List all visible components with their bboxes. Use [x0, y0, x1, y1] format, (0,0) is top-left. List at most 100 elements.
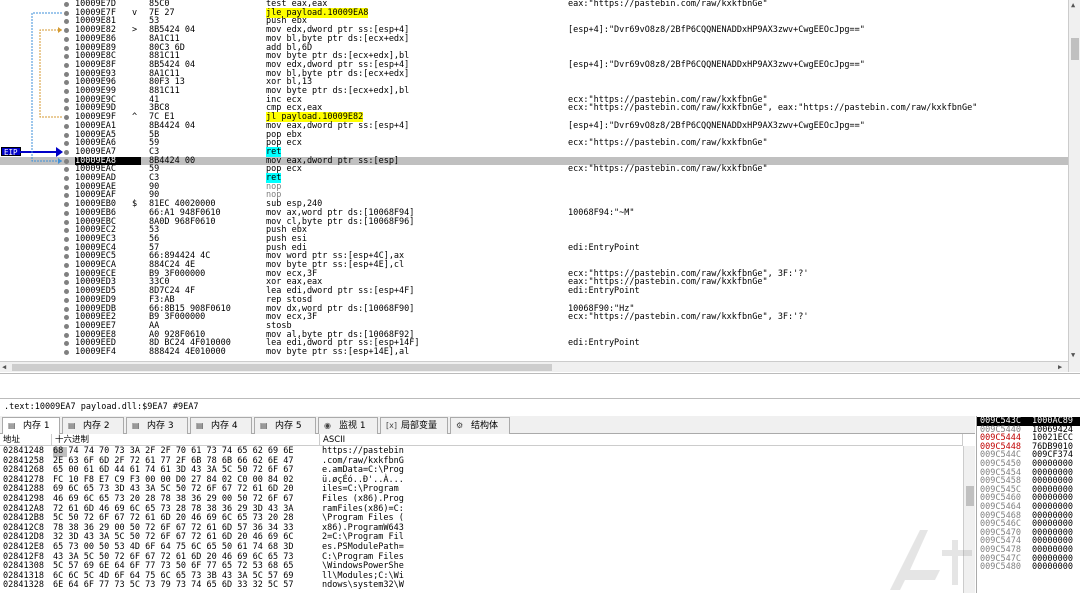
- tab-6[interactable]: ◉ 监视 1: [318, 417, 378, 434]
- dump-hex[interactable]: 6E 64 6F 77 73 5C 73 79 73 74 65 6D 33 3…: [53, 581, 294, 591]
- tab-8[interactable]: ⚙ 结构体: [450, 417, 510, 434]
- breakpoint-dot-icon[interactable]: [64, 80, 69, 86]
- tab-label: 内存 1: [23, 421, 50, 431]
- instruction-bytes: 59: [149, 138, 160, 149]
- disasm-row[interactable]: 10009EE2 B9 3F000000 mov ecx,3F ecx:"https:…: [0, 313, 1068, 322]
- disasm-row[interactable]: 10009EF4 888424 4E010000 mov byte ptr ss:[…: [0, 348, 1068, 357]
- breakpoint-dot-icon[interactable]: [64, 184, 69, 190]
- stack-row[interactable]: 009C5480 00000000: [977, 563, 1080, 572]
- stack-address: 009C5480: [980, 562, 1021, 573]
- breakpoint-dot-icon[interactable]: [64, 167, 69, 173]
- dump-ascii[interactable]: ndows\system32\W: [322, 581, 404, 591]
- breakpoint-dot-icon[interactable]: [64, 202, 69, 208]
- dump-header-ascii: ASCII: [320, 434, 963, 446]
- breakpoint-dot-icon[interactable]: [64, 54, 69, 60]
- instruction-text: mov eax,dword ptr ss:[esp]: [266, 156, 566, 166]
- instruction-bytes: 888424 4E010000: [149, 347, 226, 357]
- disasm-vscroll-thumb[interactable]: [1071, 38, 1079, 60]
- breakpoint-dot-icon[interactable]: [64, 271, 69, 277]
- disasm-hscroll-thumb[interactable]: [12, 364, 552, 371]
- dump-row[interactable]: 02841328 6E 64 6F 77 73 5C 73 79 73 74 65…: [0, 581, 963, 591]
- breakpoint-dot-icon[interactable]: [64, 297, 69, 303]
- disasm-row[interactable]: 10009EC2 53 push ebx: [0, 226, 1068, 235]
- breakpoint-dot-icon[interactable]: [64, 280, 69, 286]
- scroll-left-icon[interactable]: ◀: [2, 362, 6, 372]
- disassembly-view[interactable]: 10009E7D 85C0 test eax,eax eax:"https://pas…: [0, 0, 1068, 360]
- breakpoint-dot-icon[interactable]: [64, 2, 69, 7]
- disasm-horizontal-scrollbar[interactable]: ◀ ▶: [0, 361, 1068, 372]
- breakpoint-dot-icon[interactable]: [64, 306, 69, 312]
- breakpoint-dot-icon[interactable]: [64, 158, 69, 164]
- breakpoint-dot-icon[interactable]: [64, 123, 69, 129]
- instruction-text: pop ecx: [266, 165, 566, 174]
- disasm-row[interactable]: 10009E99 881C11 mov byte ptr ds:[ecx+edx],…: [0, 87, 1068, 96]
- breakpoint-dot-icon[interactable]: [64, 89, 69, 94]
- breakpoint-dot-icon[interactable]: [64, 132, 69, 138]
- tab-3[interactable]: ▤ 内存 3: [126, 417, 188, 434]
- instruction-text: mov ecx,3F: [266, 313, 566, 322]
- tab-label: 结构体: [471, 421, 499, 431]
- instruction-comment: ecx:"https://pastebin.com/raw/kxkfbnGe",…: [568, 312, 809, 323]
- breakpoint-dot-icon[interactable]: [64, 289, 69, 295]
- breakpoint-dot-icon[interactable]: [64, 149, 69, 155]
- breakpoint-dot-icon[interactable]: [64, 45, 69, 51]
- tab-5[interactable]: ▤ 内存 5: [254, 417, 316, 434]
- instruction-bytes: 7E 27: [149, 7, 175, 18]
- breakpoint-dot-icon[interactable]: [64, 36, 69, 42]
- tab-7[interactable]: [x] 局部变量: [380, 417, 448, 434]
- tab-1[interactable]: ▤ 内存 1: [2, 417, 60, 435]
- disasm-row[interactable]: 10009EA1 8B4424 04 mov eax,dword ptr ss:[e…: [0, 121, 1068, 131]
- breakpoint-dot-icon[interactable]: [64, 71, 69, 77]
- tab-4[interactable]: ▤ 内存 4: [190, 417, 252, 434]
- instruction-comment: edi:EntryPoint: [568, 242, 640, 253]
- scroll-right-icon[interactable]: ▶: [1058, 362, 1062, 372]
- breakpoint-dot-icon[interactable]: [64, 97, 69, 103]
- disasm-row[interactable]: 10009EAD C3 ret: [0, 173, 1068, 183]
- breakpoint-dot-icon[interactable]: [64, 10, 69, 16]
- disasm-vertical-scrollbar[interactable]: ▲ ▼: [1068, 0, 1080, 372]
- tab-label: 监视 1: [339, 421, 366, 431]
- breakpoint-dot-icon[interactable]: [64, 28, 69, 34]
- breakpoint-dot-icon[interactable]: [64, 115, 69, 121]
- breakpoint-dot-icon[interactable]: [64, 228, 69, 234]
- breakpoint-dot-icon[interactable]: [64, 315, 69, 321]
- instruction-bytes: 90: [149, 181, 160, 192]
- instruction-comment: ecx:"https://pastebin.com/raw/kxkfbnGe": [568, 138, 768, 149]
- disasm-row[interactable]: 10009EAC 59 pop ecx ecx:"https://pastebin.c…: [0, 165, 1068, 174]
- disasm-row[interactable]: 10009EA8 >8B4424 00 mov eax,dword ptr ss:[…: [0, 156, 1068, 166]
- breakpoint-dot-icon[interactable]: [64, 254, 69, 260]
- tab-2[interactable]: ▤ 内存 2: [62, 417, 124, 434]
- breakpoint-dot-icon[interactable]: [64, 62, 69, 68]
- breakpoint-dot-icon[interactable]: [64, 210, 69, 216]
- breakpoint-dot-icon[interactable]: [64, 141, 69, 147]
- scroll-up-icon[interactable]: ▲: [1071, 0, 1075, 10]
- disasm-row[interactable]: 10009EBC 8A0D 968F0610 mov cl,byte ptr ds:…: [0, 217, 1068, 227]
- instruction-mnemonic: mov byte ptr ss:[esp+14E],al: [266, 347, 410, 357]
- breakpoint-dot-icon[interactable]: [64, 245, 69, 251]
- disasm-row[interactable]: 10009EAE 90 nop: [0, 181, 1068, 192]
- breakpoint-dot-icon[interactable]: [64, 323, 69, 329]
- memory-dump-view[interactable]: 地址 十六进制 ASCII 02841248 68 74 74 70 73 3A …: [0, 434, 975, 593]
- breakpoint-dot-icon[interactable]: [64, 219, 69, 225]
- scroll-down-icon[interactable]: ▼: [1071, 350, 1075, 360]
- breakpoint-dot-icon[interactable]: [64, 106, 69, 112]
- instruction-text: push ebx: [266, 226, 566, 235]
- instruction-address: 10009EF4: [75, 347, 116, 357]
- instruction-bytes: 56: [149, 233, 160, 244]
- breakpoint-dot-icon[interactable]: [64, 176, 69, 181]
- breakpoint-dot-icon[interactable]: [64, 19, 69, 25]
- breakpoint-dot-icon[interactable]: [64, 193, 69, 199]
- breakpoint-dot-icon[interactable]: [64, 341, 69, 347]
- disasm-row[interactable]: 10009EC3 56 push esi: [0, 235, 1068, 244]
- breakpoint-dot-icon[interactable]: [64, 350, 69, 355]
- breakpoint-dot-icon[interactable]: [64, 263, 69, 268]
- disasm-row[interactable]: 10009EA5 5B pop ebx: [0, 130, 1068, 140]
- dump-scroll-thumb[interactable]: [966, 486, 974, 506]
- disasm-row[interactable]: 10009EA6 59 pop ecx ecx:"https://pastebin.c…: [0, 139, 1068, 148]
- instruction-bytes: B9 3F000000: [149, 312, 206, 323]
- stack-view[interactable]: 009C543C 1000AC89 009C5440 10069424 009C5444…: [976, 416, 1080, 593]
- jump-marker: $: [132, 199, 138, 210]
- disasm-row[interactable]: 10009E7F v 7E 27 jle payload.10009EA8: [0, 7, 1068, 18]
- breakpoint-dot-icon[interactable]: [64, 332, 69, 338]
- breakpoint-dot-icon[interactable]: [64, 236, 69, 242]
